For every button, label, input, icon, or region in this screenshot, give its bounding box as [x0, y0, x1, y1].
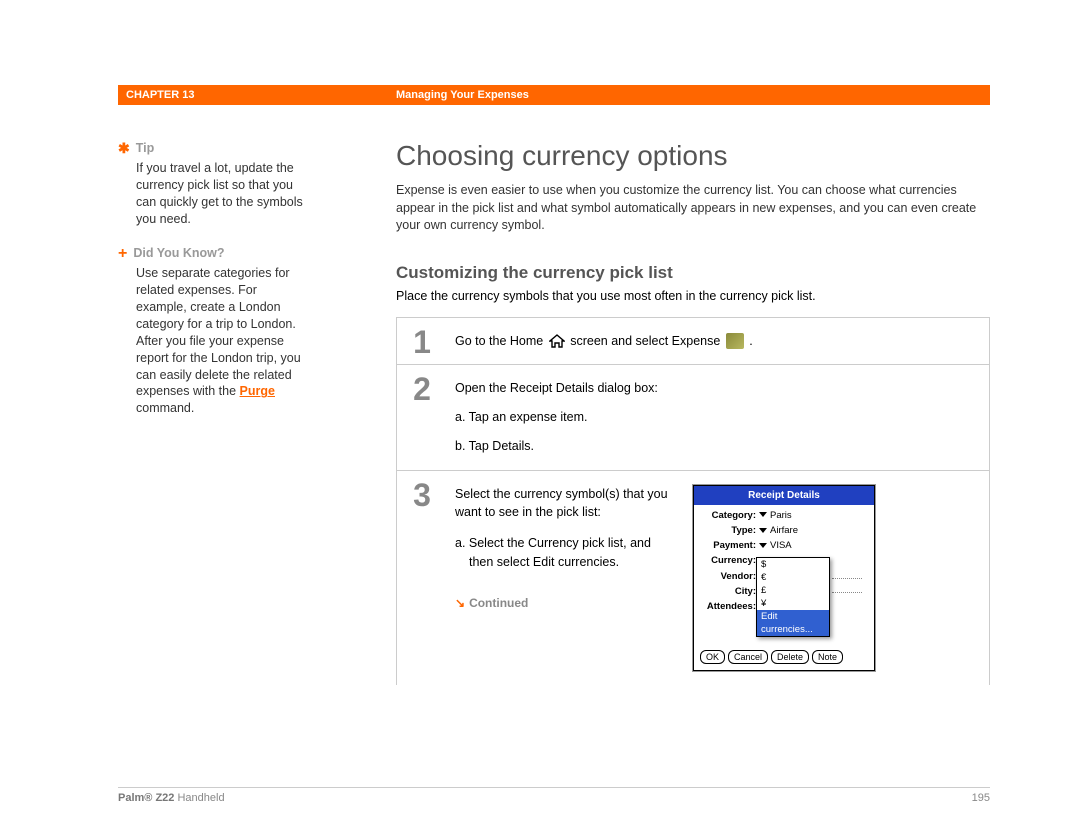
tip-heading: ✱ Tip — [118, 140, 308, 157]
ok-button[interactable]: OK — [700, 650, 725, 664]
step2-b: b. Tap Details. — [455, 437, 975, 456]
tip-body: If you travel a lot, update the currency… — [118, 160, 308, 228]
steps-table: 1 Go to the Home screen and select Expen… — [396, 317, 990, 686]
payment-picker[interactable]: VISA — [759, 539, 792, 553]
page-footer: Palm® Z22 Handheld 195 — [118, 787, 990, 804]
currency-pick-list[interactable]: $ € £ ¥ Edit currencies... — [756, 557, 830, 637]
product-rest: Handheld — [174, 792, 224, 804]
step2-head: Open the Receipt Details dialog box: — [455, 379, 975, 398]
vendor-label: Vendor: — [700, 570, 759, 584]
tip-heading-label: Tip — [136, 140, 155, 157]
home-icon — [549, 334, 565, 348]
continued-indicator: ↘ Continued — [455, 594, 675, 612]
category-value: Paris — [770, 510, 792, 521]
type-label: Type: — [700, 524, 759, 538]
page-title: Choosing currency options — [396, 140, 990, 172]
step3-a: a. Select the Currency pick list, and th… — [455, 534, 675, 572]
step-1: 1 Go to the Home screen and select Expen… — [397, 318, 989, 365]
city-label: City: — [700, 585, 759, 599]
dyk-heading-label: Did You Know? — [133, 245, 224, 262]
currency-label: Currency: — [700, 554, 759, 568]
dropdown-icon — [759, 512, 767, 517]
step1-text-mid: screen and select Expense — [570, 334, 724, 348]
dotted-underline — [832, 577, 862, 579]
type-value: Airfare — [770, 525, 798, 536]
continued-label: Continued — [469, 596, 528, 610]
category-label: Category: — [700, 509, 759, 523]
attendees-label: Attendees: — [700, 600, 759, 614]
step-number: 1 — [397, 318, 447, 365]
chapter-header: CHAPTER 13 Managing Your Expenses — [118, 85, 990, 105]
dyk-body: Use separate categories for related expe… — [118, 265, 308, 417]
currency-option[interactable]: ¥ — [757, 597, 829, 610]
category-picker[interactable]: Paris — [759, 509, 792, 523]
dyk-text-post: command. — [136, 401, 194, 415]
purge-link[interactable]: Purge — [240, 384, 275, 398]
step1-text-post: . — [749, 334, 752, 348]
step3-head: Select the currency symbol(s) that you w… — [455, 485, 675, 523]
dropdown-icon — [759, 543, 767, 548]
dyk-heading: + Did You Know? — [118, 245, 308, 262]
section-heading: Customizing the currency pick list — [396, 263, 990, 283]
sidebar: ✱ Tip If you travel a lot, update the cu… — [118, 140, 308, 685]
continued-arrow-icon: ↘ — [455, 596, 465, 610]
currency-option[interactable]: £ — [757, 584, 829, 597]
tip-block: ✱ Tip If you travel a lot, update the cu… — [118, 140, 308, 227]
step1-text-pre: Go to the Home — [455, 334, 547, 348]
dyk-text-pre: Use separate categories for related expe… — [136, 266, 301, 398]
step-number: 2 — [397, 365, 447, 469]
dropdown-icon — [759, 528, 767, 533]
currency-option[interactable]: $ — [757, 558, 829, 571]
step-2: 2 Open the Receipt Details dialog box: a… — [397, 364, 989, 469]
did-you-know-block: + Did You Know? Use separate categories … — [118, 245, 308, 417]
section-subtext: Place the currency symbols that you use … — [396, 289, 990, 303]
step-3: 3 Select the currency symbol(s) that you… — [397, 470, 989, 686]
cancel-button[interactable]: Cancel — [728, 650, 768, 664]
chapter-title: Managing Your Expenses — [386, 89, 529, 101]
product-name: Palm® Z22 Handheld — [118, 792, 225, 804]
payment-value: VISA — [770, 540, 792, 551]
dotted-underline — [832, 591, 862, 593]
asterisk-icon: ✱ — [118, 141, 130, 155]
step-number: 3 — [397, 471, 447, 686]
plus-icon: + — [118, 246, 127, 262]
receipt-details-dialog: Receipt Details Category: Paris Type: Ai… — [693, 485, 875, 672]
dialog-title: Receipt Details — [694, 486, 874, 505]
delete-button[interactable]: Delete — [771, 650, 809, 664]
intro-paragraph: Expense is even easier to use when you c… — [396, 182, 990, 235]
product-bold: Palm® Z22 — [118, 792, 174, 804]
expense-icon — [726, 333, 744, 349]
page-number: 195 — [972, 792, 990, 804]
currency-option[interactable]: € — [757, 571, 829, 584]
payment-label: Payment: — [700, 539, 759, 553]
edit-currencies-option[interactable]: Edit currencies... — [757, 610, 829, 636]
main-content: Choosing currency options Expense is eve… — [396, 140, 990, 685]
step2-a: a. Tap an expense item. — [455, 408, 975, 427]
note-button[interactable]: Note — [812, 650, 843, 664]
type-picker[interactable]: Airfare — [759, 524, 798, 538]
chapter-number: CHAPTER 13 — [118, 89, 386, 101]
